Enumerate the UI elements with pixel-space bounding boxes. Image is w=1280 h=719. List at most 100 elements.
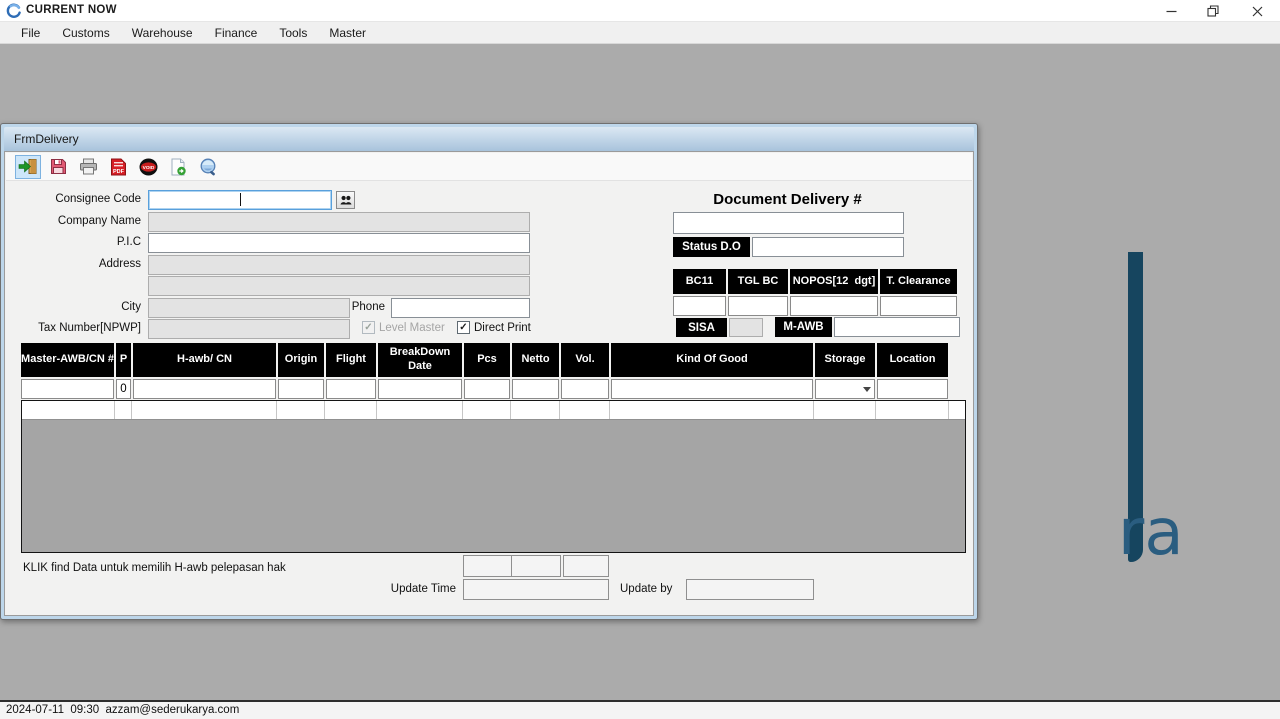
bc11-input[interactable] (673, 296, 726, 316)
entry-hawb-input[interactable] (133, 379, 276, 399)
col-hawb: H-awb/ CN (133, 343, 276, 377)
pdf-button[interactable]: PDF (105, 155, 131, 179)
col-flight: Flight (326, 343, 376, 377)
tglbc-header: TGL BC (728, 269, 788, 294)
tax-number-label: Tax Number[NPWP] (5, 322, 141, 334)
entry-pcs-input[interactable] (464, 379, 510, 399)
entry-flight-input[interactable] (326, 379, 376, 399)
tax-number-input (148, 319, 350, 339)
summary-cells (463, 555, 561, 577)
print-button[interactable] (75, 155, 101, 179)
address-label: Address (5, 258, 141, 270)
entry-storage-select[interactable] (815, 379, 875, 399)
bc11-header: BC11 (673, 269, 726, 294)
export-button[interactable] (165, 155, 191, 179)
hawb-data-grid[interactable] (21, 400, 966, 553)
level-master-checkbox: Level Master (362, 321, 445, 334)
pdf-icon: PDF (110, 158, 127, 176)
nopos-input[interactable] (790, 296, 878, 316)
entry-origin-input[interactable] (278, 379, 324, 399)
frmdelivery-window: FrmDelivery PDF VOID (0, 123, 978, 620)
close-button[interactable] (1240, 0, 1274, 22)
address-input-1 (148, 255, 530, 275)
document-delivery-number-input[interactable] (673, 212, 904, 234)
contacts-icon (340, 195, 352, 206)
col-origin: Origin (278, 343, 324, 377)
svg-text:VOID: VOID (142, 165, 154, 171)
grid-entry-row (21, 379, 948, 399)
bc11-header-row: BC11 TGL BC NOPOS[12 dgt] T. Clearance (673, 269, 957, 294)
phone-label: Phone (335, 301, 385, 313)
save-icon (50, 158, 67, 175)
col-breakdown-date: BreakDown Date (378, 343, 462, 377)
status-text: 2024-07-11 09:30 azzam@sederukarya.com (6, 704, 239, 716)
menu-file[interactable]: File (10, 23, 51, 43)
update-by-label: Update by (620, 583, 672, 595)
col-pcs: Pcs (464, 343, 510, 377)
save-button[interactable] (45, 155, 71, 179)
summary-cell (463, 555, 512, 577)
direct-print-label: Direct Print (474, 322, 531, 334)
pic-input[interactable] (148, 233, 530, 253)
void-button[interactable]: VOID (135, 155, 161, 179)
entry-breakdown-input[interactable] (378, 379, 462, 399)
search-button[interactable] (195, 155, 221, 179)
summary-cell (512, 555, 561, 577)
level-master-label: Level Master (379, 322, 445, 334)
phone-input[interactable] (391, 298, 530, 318)
entry-location-input[interactable] (877, 379, 948, 399)
tclearance-header: T. Clearance (880, 269, 957, 294)
direct-print-checkbox[interactable]: Direct Print (457, 321, 531, 334)
entry-kind-input[interactable] (611, 379, 813, 399)
frmdelivery-titlebar[interactable]: FrmDelivery (4, 127, 974, 151)
menu-customs[interactable]: Customs (51, 23, 120, 43)
restore-button[interactable] (1196, 0, 1230, 22)
grid-empty-row[interactable] (22, 401, 965, 420)
frmdelivery-title: FrmDelivery (14, 132, 79, 146)
col-storage: Storage (815, 343, 875, 377)
app-title: CURRENT NOW (26, 4, 117, 16)
mawb-input[interactable] (834, 317, 960, 337)
app-titlebar: CURRENT NOW (0, 0, 1280, 22)
exit-icon (18, 158, 38, 175)
app-logo-icon (6, 3, 22, 19)
consignee-code-label: Consignee Code (5, 193, 141, 205)
find-consignee-button[interactable] (336, 191, 355, 209)
sisa-label: SISA (676, 318, 727, 337)
city-input (148, 298, 350, 318)
tglbc-input[interactable] (728, 296, 788, 316)
void-icon: VOID (139, 158, 158, 176)
menu-bar: File Customs Warehouse Finance Tools Mas… (0, 22, 1280, 44)
entry-master-awb-input[interactable] (21, 379, 114, 399)
bc11-value-row (673, 296, 957, 316)
background-logo-text: ra (1118, 496, 1184, 570)
entry-p-input[interactable] (116, 379, 131, 399)
status-do-input[interactable] (752, 237, 904, 257)
update-time-label: Update Time (356, 583, 456, 595)
minimize-button[interactable] (1154, 0, 1188, 22)
sisa-input (729, 318, 763, 337)
pic-label: P.I.C (5, 236, 141, 248)
mdi-background: ra FrmDelivery PDF VOID (0, 44, 1280, 700)
col-netto: Netto (512, 343, 559, 377)
update-by-input (686, 579, 814, 600)
exit-button[interactable] (15, 155, 41, 179)
col-kind-of-good: Kind Of Good (611, 343, 813, 377)
menu-tools[interactable]: Tools (268, 23, 318, 43)
printer-icon (79, 158, 98, 175)
chevron-down-icon (863, 387, 871, 392)
entry-vol-input[interactable] (561, 379, 609, 399)
status-bar: 2024-07-11 09:30 azzam@sederukarya.com (0, 700, 1280, 719)
summary-cell (563, 555, 609, 577)
company-name-label: Company Name (5, 215, 141, 227)
menu-finance[interactable]: Finance (204, 23, 269, 43)
entry-netto-input[interactable] (512, 379, 559, 399)
city-label: City (5, 301, 141, 313)
consignee-code-input[interactable] (148, 190, 332, 210)
menu-master[interactable]: Master (318, 23, 377, 43)
tclearance-input[interactable] (880, 296, 957, 316)
col-master-awb: Master-AWB/CN # (21, 343, 114, 377)
menu-warehouse[interactable]: Warehouse (121, 23, 204, 43)
grid-header-row: Master-AWB/CN # P H-awb/ CN Origin Fligh… (21, 343, 948, 377)
status-do-label: Status D.O (673, 237, 750, 257)
